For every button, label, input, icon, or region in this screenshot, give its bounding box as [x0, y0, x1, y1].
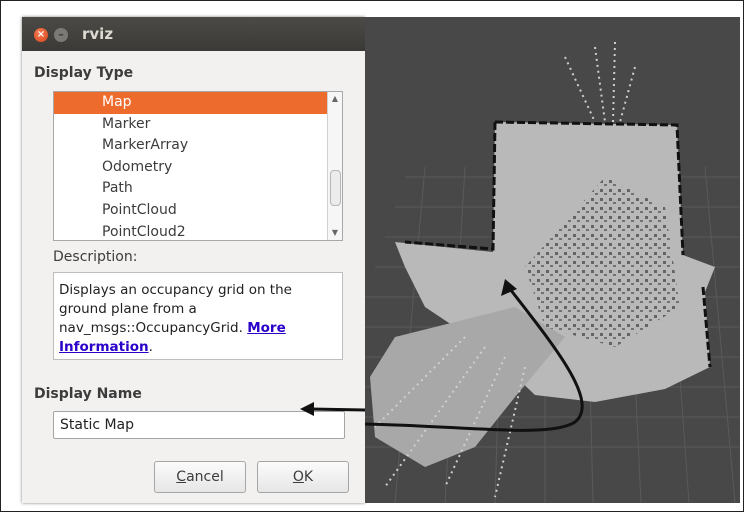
cancel-button-label: Cancel: [176, 469, 224, 485]
ok-button[interactable]: OK: [257, 461, 349, 493]
list-item-odometry[interactable]: Odometry: [54, 157, 342, 179]
occupancy-map: [365, 41, 740, 503]
description-text: Displays an occupancy grid on the ground…: [59, 281, 339, 357]
description-box: Displays an occupancy grid on the ground…: [53, 272, 343, 360]
cancel-button[interactable]: Cancel: [154, 461, 246, 493]
ok-button-label: OK: [292, 469, 314, 485]
scroll-down-icon[interactable]: ▼: [328, 227, 342, 239]
information-link[interactable]: Information: [59, 339, 149, 355]
rviz-3d-viewport[interactable]: [365, 17, 740, 503]
annotation-arrow-head: [300, 402, 366, 416]
close-icon: ×: [36, 29, 46, 40]
minimize-button[interactable]: –: [54, 28, 68, 42]
list-item-marker[interactable]: Marker: [54, 114, 342, 136]
list-scrollbar[interactable]: ▲ ▼: [327, 92, 342, 240]
list-item-path[interactable]: Path: [54, 178, 342, 200]
display-type-list[interactable]: Map Marker MarkerArray Odometry Path Poi…: [53, 91, 343, 241]
close-button[interactable]: ×: [34, 28, 48, 42]
more-link[interactable]: More: [247, 320, 286, 336]
window-title: rviz: [82, 25, 114, 43]
title-bar: × – rviz: [22, 17, 365, 51]
scroll-thumb[interactable]: [330, 170, 341, 206]
display-name-label: Display Name: [34, 386, 142, 402]
description-period: .: [148, 339, 153, 355]
map-free-space: [370, 122, 715, 467]
display-type-label: Display Type: [34, 65, 134, 81]
list-item-map[interactable]: Map: [54, 92, 342, 114]
scroll-up-icon[interactable]: ▲: [328, 93, 342, 105]
description-label: Description:: [53, 249, 138, 265]
list-item-pointcloud[interactable]: PointCloud: [54, 200, 342, 222]
list-item-pointcloud2[interactable]: PointCloud2: [54, 222, 342, 240]
list-item-markerarray[interactable]: MarkerArray: [54, 135, 342, 157]
minimize-icon: –: [58, 28, 64, 41]
